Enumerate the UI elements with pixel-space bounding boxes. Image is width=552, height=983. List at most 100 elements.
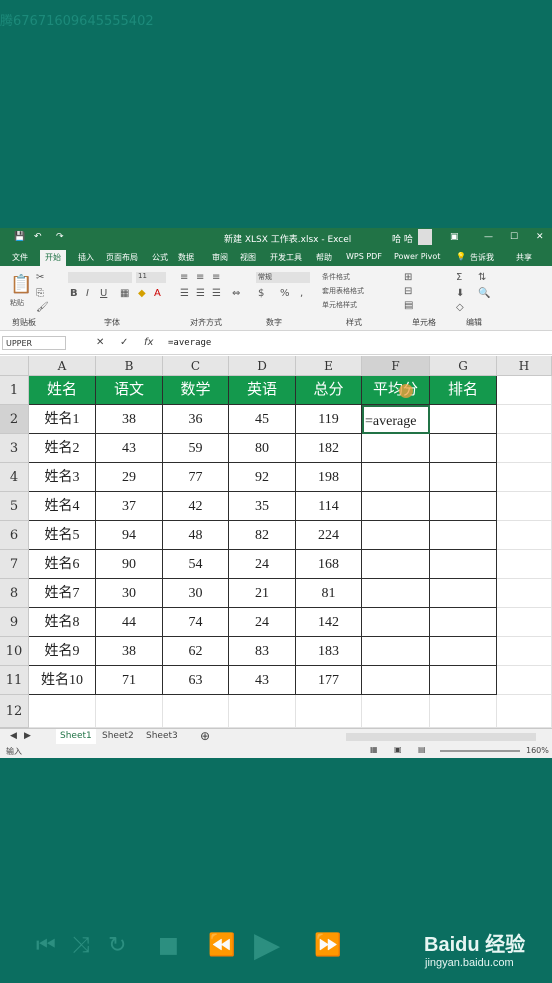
- table-cell[interactable]: [497, 434, 552, 463]
- minimize-button[interactable]: —: [484, 232, 493, 242]
- table-cell[interactable]: 30: [163, 579, 229, 608]
- comma-icon[interactable]: ,: [300, 288, 303, 299]
- worksheet-grid[interactable]: A B C D E F G H 1 2 3 4 5 6 7 8 9 10 11 12 姓名 语文 数学 英语 总分 平均分 排名 姓名…: [0, 356, 552, 728]
- format-cells-icon[interactable]: ▤: [404, 300, 413, 311]
- table-cell[interactable]: 62: [163, 637, 229, 666]
- zoom-level[interactable]: 160%: [526, 746, 549, 755]
- table-cell[interactable]: 59: [163, 434, 229, 463]
- italic-button[interactable]: I: [86, 288, 89, 299]
- autosum-icon[interactable]: Σ: [456, 272, 462, 283]
- find-icon[interactable]: 🔍: [478, 288, 490, 299]
- table-cell[interactable]: [497, 666, 552, 695]
- table-header-cell[interactable]: 姓名: [29, 376, 96, 405]
- cell-styles-button[interactable]: 单元格样式: [322, 300, 357, 310]
- table-cell[interactable]: 63: [163, 666, 229, 695]
- table-cell[interactable]: 30: [96, 579, 163, 608]
- table-cell[interactable]: [497, 463, 552, 492]
- previous-icon[interactable]: ⏮: [36, 933, 56, 958]
- fill-icon[interactable]: ⬇: [456, 288, 464, 299]
- table-cell[interactable]: 姓名7: [29, 579, 96, 608]
- formula-input[interactable]: =average: [168, 338, 211, 348]
- table-cell[interactable]: 168: [296, 550, 362, 579]
- table-header-cell[interactable]: 数学: [163, 376, 229, 405]
- table-cell[interactable]: 74: [163, 608, 229, 637]
- table-cell[interactable]: 43: [229, 666, 296, 695]
- table-cell[interactable]: [362, 637, 430, 666]
- table-cell[interactable]: 姓名4: [29, 492, 96, 521]
- table-cell[interactable]: 119: [296, 405, 362, 434]
- sort-filter-icon[interactable]: ⇅: [478, 272, 486, 283]
- table-cell[interactable]: 38: [96, 637, 163, 666]
- tab-sheet2[interactable]: Sheet2: [98, 729, 138, 744]
- share-button[interactable]: 共享: [516, 252, 532, 263]
- table-cell[interactable]: [362, 608, 430, 637]
- repeat-icon[interactable]: ↻: [108, 933, 126, 958]
- table-cell[interactable]: 姓名8: [29, 608, 96, 637]
- table-cell[interactable]: [430, 608, 497, 637]
- align-center-icon[interactable]: ☰: [196, 288, 205, 299]
- table-cell[interactable]: 38: [96, 405, 163, 434]
- table-cell[interactable]: 90: [96, 550, 163, 579]
- save-icon[interactable]: 💾: [14, 232, 25, 242]
- column-header[interactable]: C: [163, 356, 229, 376]
- row-header[interactable]: 4: [0, 463, 29, 492]
- merge-icon[interactable]: ⇔: [232, 288, 240, 299]
- page-break-view-icon[interactable]: ▤: [418, 745, 426, 754]
- ribbon-display-icon[interactable]: ▣: [450, 232, 459, 242]
- zoom-slider[interactable]: [440, 750, 520, 752]
- table-cell[interactable]: [497, 637, 552, 666]
- row-header[interactable]: 10: [0, 637, 29, 666]
- name-box[interactable]: UPPER: [2, 336, 66, 350]
- table-cell[interactable]: [430, 521, 497, 550]
- table-cell[interactable]: 43: [96, 434, 163, 463]
- table-cell[interactable]: 182: [296, 434, 362, 463]
- cancel-icon[interactable]: ✕: [96, 337, 104, 348]
- border-icon[interactable]: ▦: [120, 288, 129, 299]
- avatar[interactable]: [418, 229, 432, 245]
- align-bottom-icon[interactable]: ≡: [212, 272, 220, 283]
- column-header[interactable]: F: [362, 356, 430, 376]
- conditional-format-button[interactable]: 条件格式: [322, 272, 350, 282]
- table-cell[interactable]: [430, 579, 497, 608]
- enter-icon[interactable]: ✓: [120, 337, 128, 348]
- tab-formulas[interactable]: 公式: [152, 252, 168, 263]
- table-cell[interactable]: [29, 695, 96, 728]
- prev-sheet-icon[interactable]: ◀: [6, 729, 21, 744]
- tab-developer[interactable]: 开发工具: [270, 252, 302, 263]
- table-cell[interactable]: [497, 608, 552, 637]
- table-cell[interactable]: [296, 695, 362, 728]
- table-cell[interactable]: 24: [229, 608, 296, 637]
- copy-icon[interactable]: ⎘: [36, 288, 44, 299]
- column-header[interactable]: E: [296, 356, 362, 376]
- table-cell[interactable]: 44: [96, 608, 163, 637]
- table-cell[interactable]: 114: [296, 492, 362, 521]
- column-header[interactable]: B: [96, 356, 163, 376]
- tab-power-pivot[interactable]: Power Pivot: [394, 252, 440, 261]
- tab-data[interactable]: 数据: [178, 252, 194, 263]
- underline-button[interactable]: U: [100, 288, 107, 299]
- table-cell[interactable]: 77: [163, 463, 229, 492]
- row-header[interactable]: 7: [0, 550, 29, 579]
- page-layout-view-icon[interactable]: ▣: [394, 745, 402, 754]
- horizontal-scrollbar[interactable]: [346, 733, 536, 741]
- tab-review[interactable]: 审阅: [212, 252, 228, 263]
- table-cell[interactable]: [96, 695, 163, 728]
- row-header[interactable]: 9: [0, 608, 29, 637]
- table-cell[interactable]: [497, 695, 552, 728]
- insert-cells-icon[interactable]: ⊞: [404, 272, 412, 283]
- table-cell[interactable]: 142: [296, 608, 362, 637]
- table-cell[interactable]: 45: [229, 405, 296, 434]
- tab-page-layout[interactable]: 页面布局: [106, 252, 138, 263]
- percent-icon[interactable]: %: [280, 288, 290, 299]
- table-cell[interactable]: [430, 666, 497, 695]
- table-cell[interactable]: [362, 463, 430, 492]
- number-format-select[interactable]: 常规: [256, 272, 310, 283]
- format-as-table-button[interactable]: 套用表格格式: [322, 286, 364, 296]
- tell-me-search[interactable]: 告诉我: [470, 252, 494, 263]
- table-cell[interactable]: [430, 434, 497, 463]
- row-header[interactable]: 11: [0, 666, 29, 695]
- cut-icon[interactable]: ✂: [36, 272, 44, 283]
- row-header[interactable]: 2: [0, 405, 29, 434]
- bold-button[interactable]: B: [70, 288, 78, 299]
- rewind-icon[interactable]: ⏪: [208, 933, 235, 958]
